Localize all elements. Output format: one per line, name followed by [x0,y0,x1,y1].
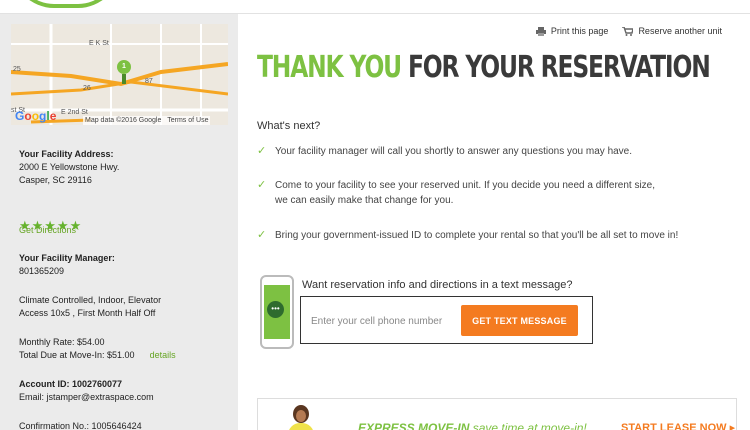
next-step-item: ✓ Your facility manager will call you sh… [257,144,632,159]
map-highway-shield: 87 [145,78,153,85]
map-street-label: E K St [89,40,109,47]
pricing: Monthly Rate: $54.00 Total Due at Move-I… [19,336,176,362]
step-text: Bring your government-issued ID to compl… [275,230,679,241]
unit-features: Climate Controlled, Indoor, Elevator [19,295,162,305]
chat-bubble-icon: ••• [267,301,284,318]
unit-size: Access 10x5 , First Month Half Off [19,308,156,318]
map-pin-number: 1 [122,63,126,70]
confirmation-number: Confirmation No.: 1005646424 [19,421,142,430]
reservation-sidebar: E K St E 2nd St st St 26 87 25 1 Google … [0,14,238,430]
get-directions-wrap: Get Directions [19,224,76,237]
account-id: Account ID: 1002760077 [19,379,123,389]
facility-map[interactable]: E K St E 2nd St st St 26 87 25 1 Google … [11,24,228,125]
whats-next-heading: What's next? [257,120,321,132]
account-email: Email: jstamper@extraspace.com [19,392,154,402]
address-line: Casper, SC 29116 [19,175,92,185]
address-line: 2000 E Yellowstone Hwy. [19,162,120,172]
brand-logo[interactable] [12,0,120,8]
address-heading: Your Facility Address: [19,149,114,159]
print-page-label: Print this page [550,26,609,36]
reserve-another-label: Reserve another unit [638,26,722,36]
express-move-in-text: EXPRESS MOVE-IN save time at move-in! [358,421,587,430]
step-text: Your facility manager will call you shor… [275,146,633,157]
terms-link[interactable]: Terms of Use [167,117,208,124]
facility-manager: Your Facility Manager: 801365209 [19,252,115,278]
monthly-rate: Monthly Rate: $54.00 [19,337,105,347]
title-thank-you: THANK YOU [257,50,402,85]
get-directions-link[interactable]: Get Directions [19,224,76,237]
checkmark-icon: ✓ [257,179,267,191]
title-reservation: FOR YOUR RESERVATION [407,50,711,85]
cart-icon [622,26,634,36]
phone-illustration: ••• [260,275,294,349]
next-step-item: ✓ Come to your facility to see your rese… [257,178,655,208]
map-street-label: E 2nd St [61,109,88,116]
map-attribution: Map data ©2016 Google Terms of Use [83,116,211,125]
sms-heading: Want reservation info and directions in … [302,279,573,291]
step-text: Come to your facility to see your reserv… [275,180,656,191]
map-highway-shield: 25 [13,66,21,73]
manager-value: 801365209 [19,266,65,276]
checkmark-icon: ✓ [257,145,267,157]
printer-icon [535,26,546,36]
unit-details: Climate Controlled, Indoor, Elevator Acc… [19,294,161,320]
map-highway-shield: 26 [83,85,91,92]
top-header [0,0,750,14]
get-text-message-button[interactable]: GET TEXT MESSAGE [461,305,578,336]
step-text: we can easily make that change for you. [275,195,454,206]
next-step-item: ✓ Bring your government-issued ID to com… [257,228,678,243]
reserve-another-link[interactable]: Reserve another unit [622,26,722,36]
details-link[interactable]: details [150,350,176,360]
cell-phone-input[interactable] [311,312,461,330]
google-logo[interactable]: Google [15,109,56,123]
agent-avatar [288,405,314,430]
start-lease-link[interactable]: START LEASE NOW ▸ [621,421,735,430]
total-due: Total Due at Move-In: $51.00 [19,350,135,360]
print-page-link[interactable]: Print this page [535,26,609,36]
facility-address: Your Facility Address: 2000 E Yellowston… [19,148,119,187]
page-title: THANK YOU FOR YOUR RESERVATION [257,50,711,85]
express-move-in-banner[interactable]: EXPRESS MOVE-IN save time at move-in! ST… [257,398,737,430]
page-actions: Print this page Reserve another unit [535,26,722,36]
manager-heading: Your Facility Manager: [19,253,115,263]
account-info: Account ID: 1002760077 Email: jstamper@e… [19,378,154,404]
sms-form: GET TEXT MESSAGE [300,296,593,344]
checkmark-icon: ✓ [257,229,267,241]
